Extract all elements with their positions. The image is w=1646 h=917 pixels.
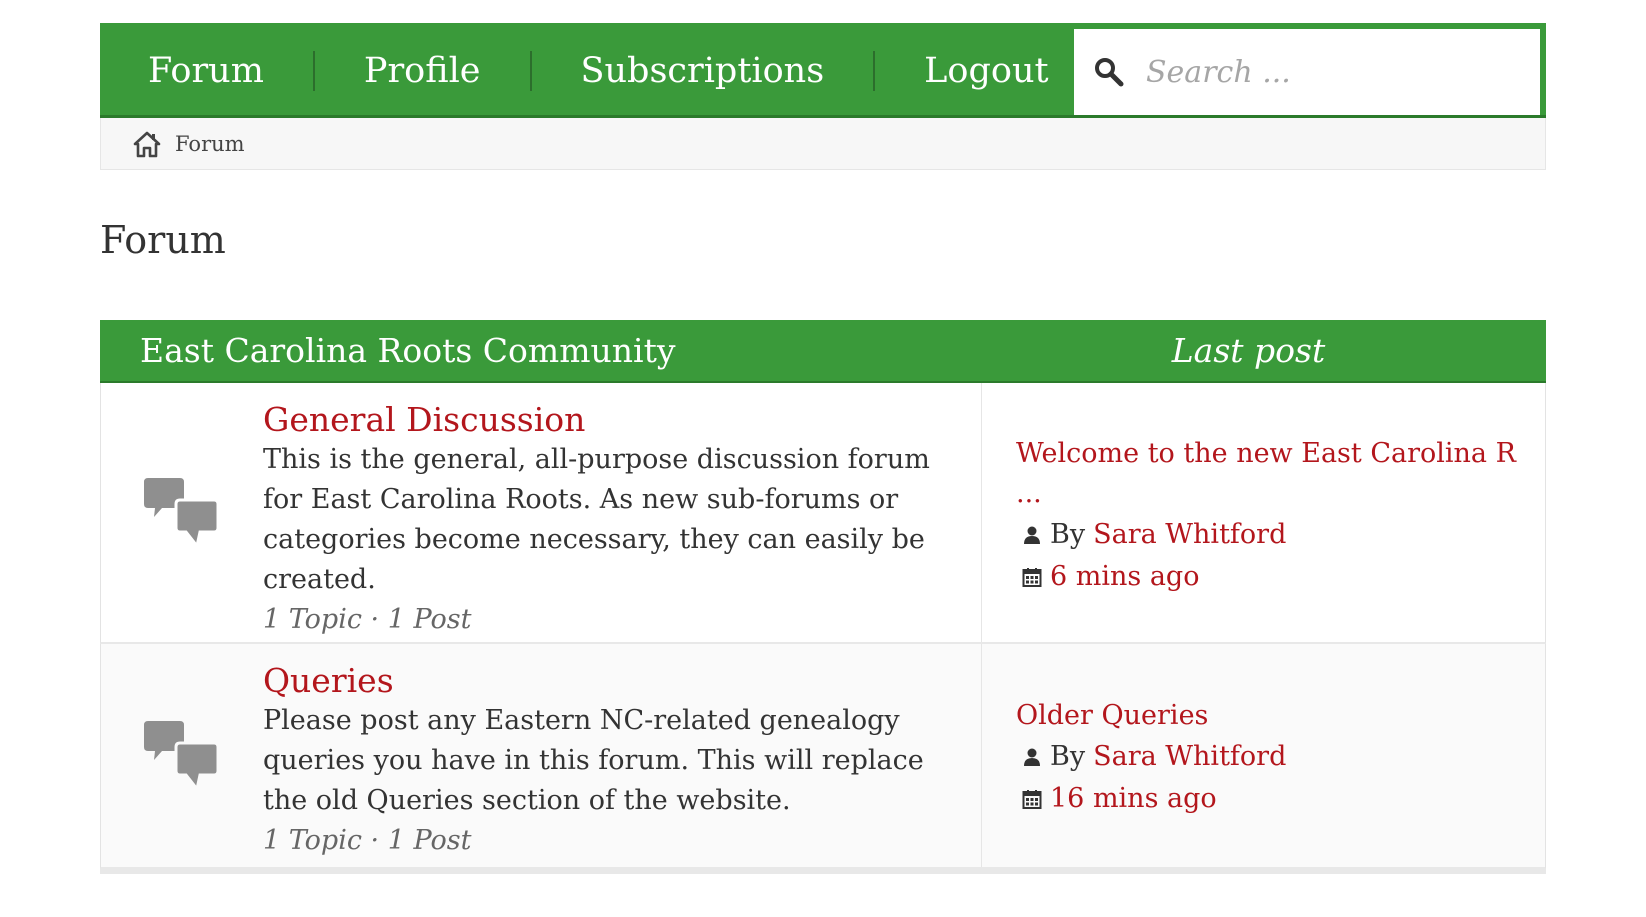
table-bottom-border: [100, 869, 1546, 874]
home-icon[interactable]: [133, 130, 161, 158]
user-icon: [1024, 526, 1040, 544]
author-link[interactable]: Sara Whitford: [1093, 514, 1286, 556]
search-input[interactable]: [1144, 41, 1540, 103]
forum-text-cell: Queries Please post any Eastern NC-relat…: [263, 644, 981, 867]
time-link[interactable]: 6 mins ago: [1050, 556, 1199, 598]
last-post-time-line: 6 mins ago: [1016, 556, 1545, 598]
category-header: East Carolina Roots Community Last post: [100, 320, 1546, 383]
by-label: By: [1050, 519, 1086, 550]
speech-bubbles-icon: [144, 720, 220, 792]
forum-stats: 1 Topic · 1 Post: [263, 604, 472, 635]
forum-icon-cell: [101, 644, 263, 867]
forum-row: General Discussion This is the general, …: [100, 383, 1546, 644]
forum-description: Please post any Eastern NC-related genea…: [263, 705, 924, 816]
nav-items: Forum Profile Subscriptions Logout: [100, 23, 1098, 118]
last-post-cell: Older Queries By Sara Whitford 16 mins a…: [982, 644, 1545, 867]
by-label: By: [1050, 741, 1086, 772]
nav-item-subscriptions[interactable]: Subscriptions: [529, 50, 874, 91]
last-post-header: Last post: [1171, 331, 1326, 370]
last-post-title-link[interactable]: Older Queries: [1016, 696, 1545, 736]
search-icon[interactable]: [1094, 57, 1124, 87]
nav-item-forum[interactable]: Forum: [100, 51, 313, 91]
last-post-author-line: By Sara Whitford: [1016, 514, 1545, 556]
calendar-icon: [1022, 568, 1042, 587]
page-title: Forum: [100, 218, 226, 262]
speech-bubbles-icon: [144, 477, 220, 549]
forum-icon-cell: [101, 383, 263, 642]
search-box: [1074, 29, 1540, 115]
author-link[interactable]: Sara Whitford: [1093, 736, 1286, 778]
page-wrapper: Forum Profile Subscriptions Logout Forum…: [100, 23, 1546, 874]
last-post-author-line: By Sara Whitford: [1016, 736, 1545, 778]
user-icon: [1024, 748, 1040, 766]
calendar-icon: [1022, 790, 1042, 809]
forum-description: This is the general, all-purpose discuss…: [263, 444, 930, 595]
last-post-title-link[interactable]: Welcome to the new East Carolina R ...: [1016, 434, 1545, 514]
forum-title-link[interactable]: General Discussion: [263, 400, 941, 440]
time-link[interactable]: 16 mins ago: [1050, 778, 1217, 820]
forum-text-cell: General Discussion This is the general, …: [263, 383, 981, 642]
forum-title-link[interactable]: Queries: [263, 661, 941, 701]
forum-stats: 1 Topic · 1 Post: [263, 825, 472, 856]
category-title[interactable]: East Carolina Roots Community: [100, 331, 981, 370]
last-post-time-line: 16 mins ago: [1016, 778, 1545, 820]
nav-item-logout[interactable]: Logout: [873, 50, 1097, 91]
breadcrumb-item-forum[interactable]: Forum: [175, 132, 245, 156]
breadcrumb: Forum: [100, 118, 1546, 170]
last-post-cell: Welcome to the new East Carolina R ... B…: [982, 383, 1545, 642]
main-nav: Forum Profile Subscriptions Logout: [100, 23, 1546, 118]
forum-main-cell: General Discussion This is the general, …: [101, 383, 982, 642]
forum-main-cell: Queries Please post any Eastern NC-relat…: [101, 644, 982, 867]
forum-row: Queries Please post any Eastern NC-relat…: [100, 644, 1546, 869]
nav-item-profile[interactable]: Profile: [312, 50, 530, 91]
forum-table: East Carolina Roots Community Last post …: [100, 320, 1546, 874]
